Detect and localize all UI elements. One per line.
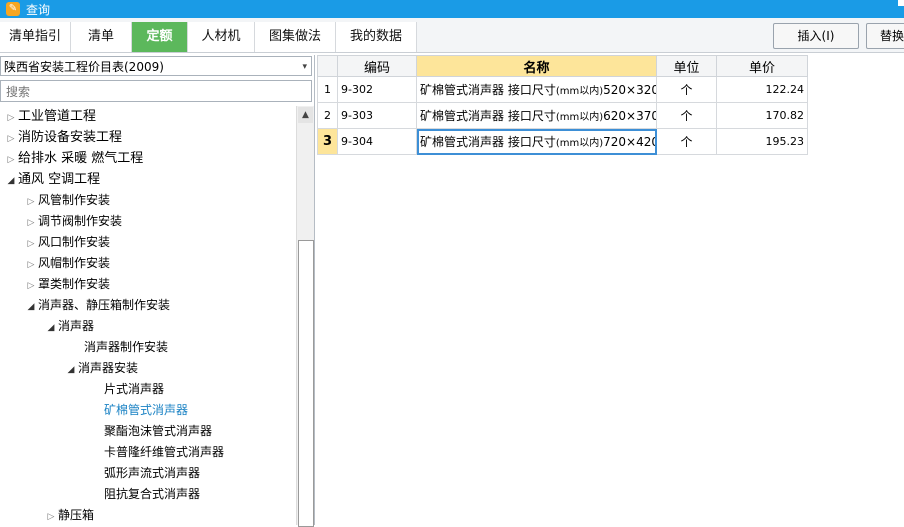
expand-arrow-icon[interactable]: ▷ <box>24 276 38 297</box>
unit-column-header[interactable]: 单位 <box>656 55 717 77</box>
chevron-down-icon: ▾ <box>302 62 307 72</box>
tree-node[interactable]: ◢ 消声器安装 <box>64 358 138 379</box>
tab-labor-material-machine[interactable]: 人材机 <box>188 22 255 52</box>
tree-node[interactable]: ◢ 消声器 <box>44 316 94 337</box>
tree-scrollbar[interactable]: ▲ <box>296 106 314 527</box>
scroll-up-icon[interactable]: ▲ <box>298 107 313 123</box>
quota-code[interactable]: 9-304 <box>337 128 417 155</box>
quota-unit[interactable]: 个 <box>656 128 717 155</box>
tree-node[interactable]: 弧形声流式消声器 <box>104 463 200 484</box>
name-column-header[interactable]: 名称 <box>416 55 657 77</box>
tree-node[interactable]: ▷ 工业管道工程 <box>4 106 96 127</box>
quota-code[interactable]: 9-303 <box>337 102 417 129</box>
quota-name[interactable]: 矿棉管式消声器 接口尺寸(mm以内)620×370 <box>416 102 657 129</box>
row-number-header <box>317 55 338 77</box>
price-column-header[interactable]: 单价 <box>716 55 808 77</box>
quota-code[interactable]: 9-302 <box>337 76 417 103</box>
tree-node[interactable]: ▷ 给排水 采暖 燃气工程 <box>4 148 144 171</box>
category-tree: ▷ 工业管道工程 ▷ 消防设备安装工程 ▷ 给排水 采暖 燃气工程 ◢ 通风 空调工程 … <box>0 106 296 525</box>
row-number: 3 <box>317 128 338 155</box>
quota-table: 编码 名称 单位 单价 1 9-302 矿棉管式消声器 接口尺寸(mm以内)52… <box>317 55 808 155</box>
expand-arrow-icon[interactable]: ▷ <box>24 234 38 255</box>
tree-node[interactable]: ▷ 风管制作安装 <box>24 190 110 211</box>
tree-node[interactable]: 聚酯泡沫管式消声器 <box>104 421 212 442</box>
tree-node[interactable]: ◢ 消声器、静压箱制作安装 <box>24 295 170 316</box>
tree-node[interactable]: ▷ 调节阀制作安装 <box>24 211 122 232</box>
table-row-current[interactable]: 3 9-304 矿棉管式消声器 接口尺寸(mm以内)720×420 个 195.… <box>317 128 808 155</box>
left-panel: 陕西省安装工程价目表(2009) ▾ ▷工业管道工程 ▷消防设备安装工程 ▷给排… <box>0 55 315 527</box>
tree-node[interactable]: 卡普隆纤维管式消声器 <box>104 442 224 463</box>
table-row[interactable]: 1 9-302 矿棉管式消声器 接口尺寸(mm以内)520×320 个 122.… <box>317 76 808 103</box>
insert-button[interactable]: 插入(I) <box>773 23 859 49</box>
quota-unit[interactable]: 个 <box>656 76 717 103</box>
quota-name[interactable]: 矿棉管式消声器 接口尺寸(mm以内)520×320 <box>416 76 657 103</box>
collapse-arrow-icon[interactable]: ◢ <box>24 297 38 318</box>
quota-name[interactable]: 矿棉管式消声器 接口尺寸(mm以内)720×420 <box>416 128 657 155</box>
expand-arrow-icon[interactable]: ▷ <box>4 150 18 171</box>
search-input[interactable] <box>4 82 308 102</box>
app-icon: ✎ <box>6 2 20 16</box>
tree-node[interactable]: 阻抗复合式消声器 <box>104 484 200 505</box>
tab-bill[interactable]: 清单 <box>71 22 132 52</box>
expand-arrow-icon[interactable]: ▷ <box>4 108 18 129</box>
tree-node[interactable]: ▷ 罩类制作安装 <box>24 274 110 295</box>
collapse-arrow-icon[interactable]: ◢ <box>4 171 18 192</box>
quota-price[interactable]: 195.23 <box>716 128 808 155</box>
expand-arrow-icon[interactable]: ▷ <box>24 192 38 213</box>
collapse-arrow-icon[interactable]: ◢ <box>64 360 78 381</box>
tab-quota[interactable]: 定额 <box>132 22 188 52</box>
table-row[interactable]: 2 9-303 矿棉管式消声器 接口尺寸(mm以内)620×370 个 170.… <box>317 102 808 129</box>
row-number: 2 <box>317 102 338 129</box>
expand-arrow-icon[interactable]: ▷ <box>24 213 38 234</box>
catalog-select[interactable]: 陕西省安装工程价目表(2009) ▾ <box>0 56 312 76</box>
title-bar: ✎ 查询 <box>0 0 904 18</box>
scroll-thumb[interactable] <box>298 240 314 527</box>
tab-my-data[interactable]: 我的数据 <box>336 22 417 52</box>
tree-node[interactable]: 消声器制作安装 <box>84 337 168 358</box>
tab-atlas-method[interactable]: 图集做法 <box>255 22 336 52</box>
tree-node[interactable]: ▷ 风帽制作安装 <box>24 253 110 274</box>
quota-unit[interactable]: 个 <box>656 102 717 129</box>
catalog-select-value: 陕西省安装工程价目表(2009) <box>4 60 164 74</box>
tree-node[interactable]: ▷ 静压箱 <box>44 505 94 525</box>
replace-button[interactable]: 替换 <box>866 23 904 49</box>
expand-arrow-icon[interactable]: ▷ <box>24 255 38 276</box>
collapse-arrow-icon[interactable]: ◢ <box>44 318 58 339</box>
quota-price[interactable]: 170.82 <box>716 102 808 129</box>
window-title: 查询 <box>26 3 51 17</box>
expand-arrow-icon[interactable]: ▷ <box>4 129 18 150</box>
row-number: 1 <box>317 76 338 103</box>
tree-node[interactable]: ◢ 通风 空调工程 <box>4 169 101 192</box>
quota-price[interactable]: 122.24 <box>716 76 808 103</box>
search-box[interactable] <box>0 80 312 102</box>
expand-arrow-icon[interactable]: ▷ <box>44 507 58 525</box>
tree-node[interactable]: ▷ 消防设备安装工程 <box>4 127 122 148</box>
tree-node[interactable]: ▷ 风口制作安装 <box>24 232 110 253</box>
code-column-header[interactable]: 编码 <box>337 55 417 77</box>
tree-node[interactable]: 片式消声器 <box>104 379 164 400</box>
table-header-row: 编码 名称 单位 单价 <box>317 55 808 77</box>
tab-bill-guide[interactable]: 清单指引 <box>0 22 71 52</box>
tab-bar: 清单指引 清单 定额 人材机 图集做法 我的数据 插入(I) 替换 <box>0 18 904 53</box>
tree-node-selected[interactable]: 矿棉管式消声器 <box>104 400 188 421</box>
close-icon[interactable] <box>898 0 904 6</box>
